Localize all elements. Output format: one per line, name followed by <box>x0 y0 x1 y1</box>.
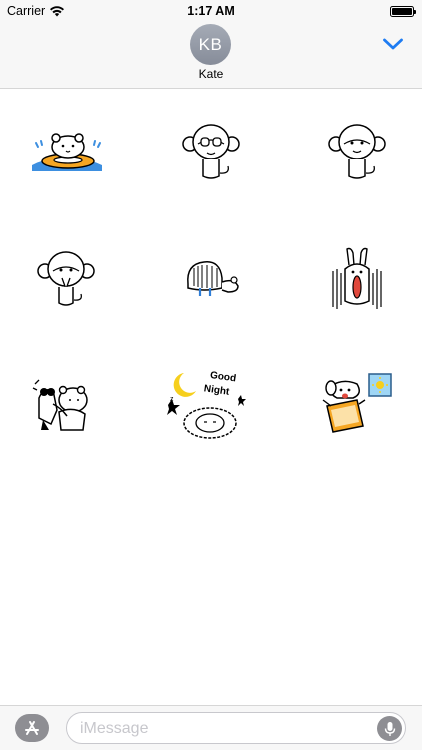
monkey-covering-eyes-sticker[interactable] <box>161 108 261 198</box>
message-input-bar <box>0 705 422 750</box>
crying-girl-sticker[interactable] <box>161 235 261 325</box>
bears-hugging-sticker[interactable] <box>16 360 116 450</box>
microphone-icon <box>384 721 395 736</box>
dog-with-toast-sticker[interactable] <box>307 360 407 450</box>
monkey-covering-ears-image <box>328 124 386 179</box>
monkey-covering-eyes-image <box>182 124 240 179</box>
sticker-text-good: Good <box>209 370 236 385</box>
good-night-sheep-image: Good Night z <box>167 370 246 439</box>
clock: 1:17 AM <box>187 4 235 18</box>
dog-with-toast-image <box>322 373 392 433</box>
good-night-sheep-sticker[interactable]: Good Night z <box>161 360 261 450</box>
bear-swim-ring-sticker[interactable] <box>16 108 116 198</box>
crying-girl-image <box>187 261 239 296</box>
battery-icon <box>390 6 416 17</box>
scared-rabbit-image <box>332 247 382 309</box>
conversation-header: KB Kate <box>0 22 422 89</box>
svg-text:z: z <box>170 396 174 403</box>
monkey-covering-ears-sticker[interactable] <box>307 108 407 198</box>
monkey-covering-mouth-sticker[interactable] <box>16 235 116 325</box>
contact-name[interactable]: Kate <box>0 67 422 81</box>
bears-hugging-image <box>32 379 88 431</box>
app-store-button[interactable] <box>15 714 49 742</box>
app-store-icon <box>25 721 39 735</box>
monkey-covering-mouth-image <box>37 251 95 306</box>
status-bar: Carrier 1:17 AM <box>0 0 422 22</box>
chevron-down-icon[interactable] <box>382 36 404 52</box>
sticker-text-night: Night <box>203 383 230 398</box>
message-input-container <box>66 712 406 744</box>
microphone-button[interactable] <box>377 716 402 741</box>
bear-swim-ring-image <box>32 133 102 171</box>
scared-rabbit-sticker[interactable] <box>307 235 407 325</box>
avatar[interactable]: KB <box>190 24 231 65</box>
message-input[interactable] <box>80 719 370 739</box>
